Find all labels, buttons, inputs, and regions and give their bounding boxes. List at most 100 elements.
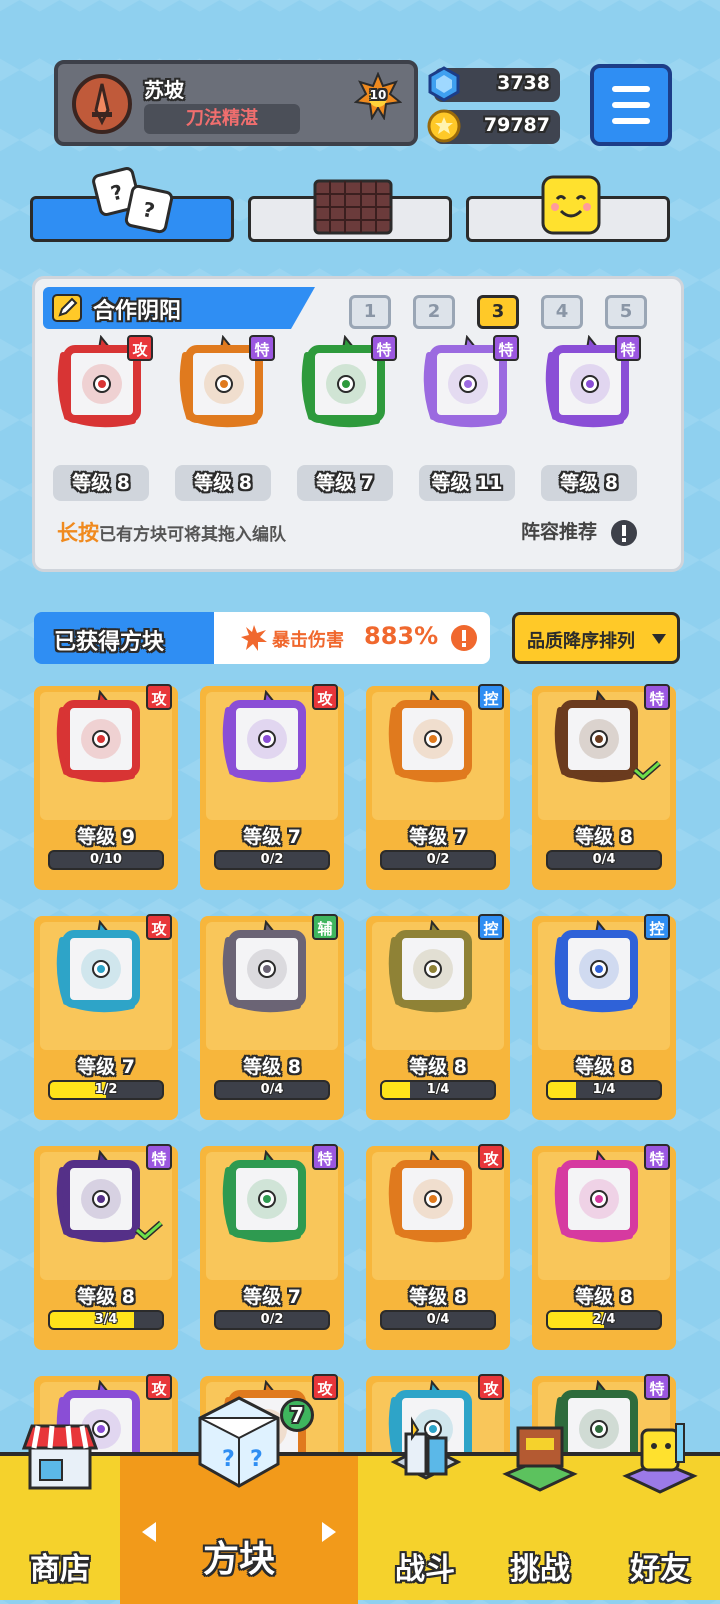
nav-battle-label: 战斗	[395, 1552, 455, 1587]
block-level: 等级 8	[575, 1286, 633, 1308]
block-progress-bar: 0/10	[48, 850, 164, 870]
block-card[interactable]: 攻等级 9 0/10	[34, 684, 178, 890]
gems-counter[interactable]: 3738	[428, 66, 560, 102]
player-level-number: 10	[369, 88, 387, 102]
block-level: 等级 7	[77, 1056, 135, 1078]
block-progress-bar: 1/2	[48, 1080, 164, 1100]
team-slot-2[interactable]: 2	[413, 295, 455, 329]
block-card[interactable]: 攻等级 8 0/4	[366, 1144, 510, 1350]
block-type-tag: 特	[371, 335, 397, 361]
coin-icon	[427, 109, 461, 143]
owned-blocks-title: 已获得方块	[54, 630, 165, 655]
sword-icon	[92, 83, 112, 126]
block-card[interactable]: 特等级 8 3/4	[34, 1144, 178, 1350]
nav-shop[interactable]: 商店	[0, 1424, 120, 1604]
tab-skin[interactable]	[466, 175, 670, 242]
nav-challenge[interactable]: 挑战	[484, 1426, 596, 1604]
block-progress-text: 0/2	[260, 852, 284, 867]
burst-icon	[241, 625, 267, 651]
block-icon	[56, 690, 140, 783]
drag-hint: 长按已有方块可将其拖入编队	[57, 517, 286, 547]
coins-counter[interactable]: 79787	[427, 109, 560, 144]
info-icon	[610, 519, 637, 546]
sort-label: 品质降序排列	[527, 631, 635, 652]
team-panel: 合作阴阳 长按已有方块可将其拖入编队 阵容推荐 1 2 3 4 5 攻等级 8 特等级 8 特…	[32, 276, 684, 572]
main-menu-button[interactable]	[590, 64, 672, 146]
block-type-tag: 特	[615, 335, 641, 361]
block-type-tag: 特	[644, 1144, 670, 1170]
block-type-tag: 特	[644, 1374, 670, 1400]
chevron-down-icon	[652, 634, 666, 644]
block-progress-text: 0/4	[592, 852, 616, 867]
block-card[interactable]: 特等级 8 0/4	[532, 684, 676, 890]
block-icon	[388, 920, 472, 1013]
block-type-tag: 辅	[312, 914, 338, 940]
block-progress-text: 0/2	[426, 852, 450, 867]
player-name: 苏坡	[144, 78, 184, 102]
block-card[interactable]: 攻等级 7 1/2	[34, 914, 178, 1120]
block-progress-text: 2/4	[592, 1312, 616, 1327]
block-type-tag: 特	[644, 684, 670, 710]
player-profile-card[interactable]: 苏坡 刀法精湛 10	[54, 60, 418, 146]
crit-value: 883%	[364, 622, 439, 650]
block-type-tag: 攻	[312, 1374, 338, 1400]
block-card[interactable]: 攻等级 7 0/2	[200, 684, 344, 890]
team-slot-3[interactable]: 3	[477, 295, 519, 329]
team-slot-1[interactable]: 1	[349, 295, 391, 329]
block-icon	[388, 690, 472, 783]
block-card[interactable]: 特等级 7 0/2	[200, 1144, 344, 1350]
block-icon	[222, 690, 306, 783]
crit-damage-box[interactable]: 暴击伤害 883%	[214, 612, 490, 664]
team-name-header[interactable]: 合作阴阳	[43, 287, 315, 329]
drag-hint-text: 已有方块可将其拖入编队	[99, 525, 286, 545]
block-card[interactable]: 特等级 8 2/4	[532, 1144, 676, 1350]
crit-info-icon[interactable]	[450, 624, 478, 652]
block-progress-bar: 0/4	[214, 1080, 330, 1100]
block-level: 等级 8	[575, 1056, 633, 1078]
gems-value: 3738	[497, 72, 550, 94]
team-slot-4[interactable]: 4	[541, 295, 583, 329]
team-member-level: 等级 7	[297, 465, 393, 501]
nav-friends-label: 好友	[630, 1552, 690, 1587]
team-slot-5[interactable]: 5	[605, 295, 647, 329]
block-progress-text: 1/2	[94, 1082, 118, 1097]
challenge-board-icon	[502, 1426, 578, 1492]
block-card[interactable]: 控等级 7 0/2	[366, 684, 510, 890]
block-type-tag: 控	[644, 914, 670, 940]
team-member-level: 等级 8	[175, 465, 271, 501]
block-icon	[222, 920, 306, 1013]
bottom-navigation: 商店 ? ? 7 方块 战斗 挑战 好友	[0, 1396, 720, 1604]
block-icon	[554, 920, 638, 1013]
edit-icon	[52, 294, 82, 322]
tab-board[interactable]	[248, 179, 452, 242]
drag-hint-highlight: 长按	[57, 521, 99, 545]
block-type-tag: 特	[312, 1144, 338, 1170]
block-progress-text: 0/4	[426, 1312, 450, 1327]
crit-label: 暴击伤害	[272, 630, 344, 651]
coins-value: 79787	[483, 114, 550, 136]
block-card[interactable]: 辅等级 8 0/4	[200, 914, 344, 1120]
block-card[interactable]: 控等级 8 1/4	[532, 914, 676, 1120]
nav-battle[interactable]: 战斗	[370, 1416, 480, 1604]
block-progress-bar: 3/4	[48, 1310, 164, 1330]
block-progress-bar: 0/4	[546, 850, 662, 870]
block-progress-text: 3/4	[94, 1312, 118, 1327]
recommend-button[interactable]: 阵容推荐	[521, 517, 638, 547]
block-card[interactable]: 控等级 8 1/4	[366, 914, 510, 1120]
nav-friends[interactable]: 好友	[600, 1423, 720, 1604]
nav-blocks[interactable]: ? ? 7 方块	[120, 1396, 358, 1604]
shop-icon	[21, 1424, 99, 1490]
player-level-badge: 10	[353, 71, 403, 121]
block-progress-bar: 0/4	[380, 1310, 496, 1330]
recommend-label: 阵容推荐	[521, 521, 598, 543]
team-member-level: 等级 8	[541, 465, 637, 501]
tab-dice[interactable]: ? ?	[30, 167, 234, 242]
sort-dropdown[interactable]: 品质降序排列	[512, 612, 680, 664]
block-progress-text: 0/10	[90, 852, 122, 867]
block-type-tag: 特	[146, 1144, 172, 1170]
block-type-tag: 攻	[146, 914, 172, 940]
gem-icon	[428, 66, 460, 102]
block-progress-text: 0/2	[260, 1312, 284, 1327]
board-icon	[313, 179, 393, 235]
block-progress-bar: 1/4	[546, 1080, 662, 1100]
